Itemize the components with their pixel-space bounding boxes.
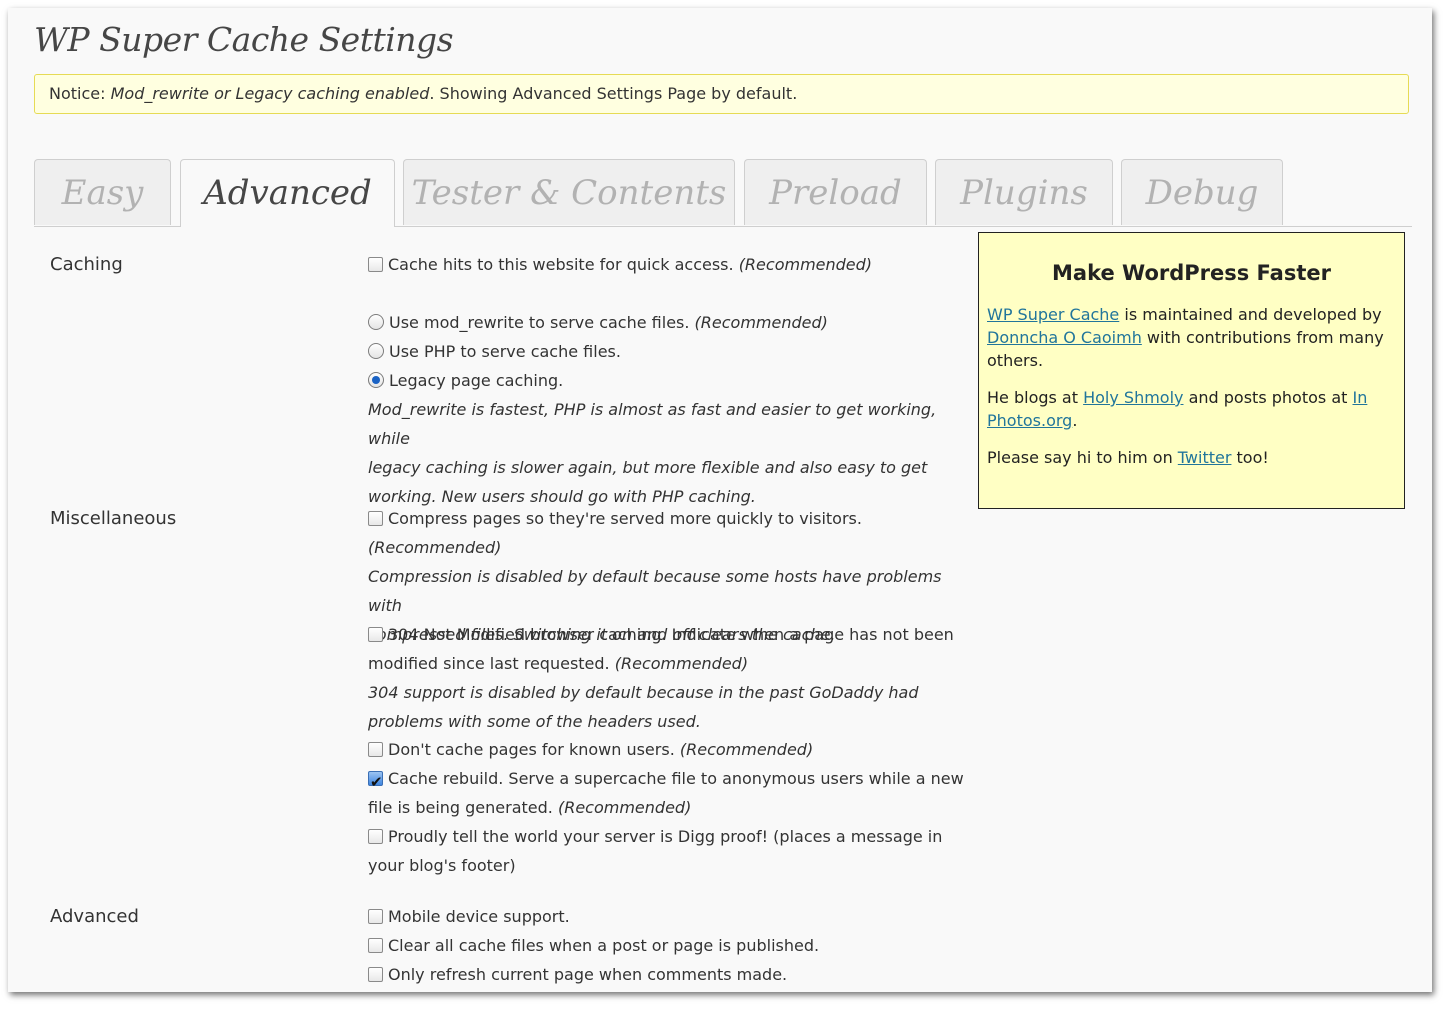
notice-emphasis: Mod_rewrite or Legacy caching enabled — [110, 84, 430, 103]
make-wordpress-faster-box: Make WordPress Faster WP Super Cache is … — [978, 232, 1405, 509]
sidebox-blogs: He blogs at Holy Shmoly and posts photos… — [987, 386, 1396, 432]
compress-label: Compress pages so they're served more qu… — [388, 509, 862, 528]
recommended-note: (Recommended) — [738, 255, 873, 274]
not-modified-checkbox[interactable] — [368, 626, 383, 642]
option-cache-hits[interactable]: Cache hits to this website for quick acc… — [368, 250, 872, 279]
caching-description: Mod_rewrite is fastest, PHP is almost as… — [368, 395, 968, 511]
recommended-note: (Recommended) — [679, 740, 814, 759]
tab-preload[interactable]: Preload — [744, 159, 927, 225]
mod-rewrite-radio[interactable] — [368, 314, 384, 330]
tab-easy[interactable]: Easy — [34, 159, 171, 225]
mobile-support-label: Mobile device support. — [388, 907, 570, 926]
section-label-caching: Caching — [50, 254, 123, 275]
settings-tabs: Easy Advanced Tester & Contents Preload … — [34, 159, 1412, 227]
option-304-not-modified[interactable]: 304 Not Modified browser caching. Indica… — [368, 620, 954, 649]
sidebox-text: too! — [1231, 448, 1269, 467]
option-mobile-support[interactable]: Mobile device support. — [368, 902, 570, 931]
option-mod-rewrite[interactable]: Use mod_rewrite to serve cache files. (R… — [368, 308, 828, 337]
sidebox-text: Please say hi to him on — [987, 448, 1178, 467]
option-digg-proof[interactable]: Proudly tell the world your server is Di… — [368, 822, 942, 851]
option-refresh-on-comment[interactable]: Only refresh current page when comments … — [368, 960, 787, 989]
desc-line: legacy caching is slower again, but more… — [368, 458, 928, 477]
known-users-checkbox[interactable] — [368, 741, 383, 757]
digg-proof-checkbox[interactable] — [368, 828, 383, 844]
notice-banner: Notice: Mod_rewrite or Legacy caching en… — [34, 74, 1409, 114]
cache-rebuild-checkbox[interactable] — [368, 768, 383, 797]
not-modified-label: 304 Not Modified browser caching. Indica… — [388, 625, 954, 644]
cache-hits-label: Cache hits to this website for quick acc… — [388, 255, 739, 274]
known-users-label: Don't cache pages for known users. — [388, 740, 680, 759]
mobile-support-checkbox[interactable] — [368, 908, 383, 924]
tab-debug[interactable]: Debug — [1121, 159, 1283, 225]
compress-recommended-line: (Recommended) — [368, 533, 501, 562]
tab-tester-contents[interactable]: Tester & Contents — [403, 159, 735, 225]
section-label-miscellaneous: Miscellaneous — [50, 508, 177, 529]
sidebox-heading: Make WordPress Faster — [1052, 261, 1331, 285]
php-radio[interactable] — [368, 343, 384, 359]
option-compress[interactable]: Compress pages so they're served more qu… — [368, 504, 862, 533]
php-label: Use PHP to serve cache files. — [389, 342, 621, 361]
sidebox-text: . — [1072, 411, 1078, 430]
notice-prefix: Notice: — [49, 84, 111, 103]
option-cache-rebuild[interactable]: Cache rebuild. Serve a supercache file t… — [368, 764, 964, 797]
desc-line: Compression is disabled by default becau… — [368, 567, 942, 615]
notice-text: . Showing Advanced Settings Page by defa… — [429, 84, 798, 103]
refresh-on-comment-label: Only refresh current page when comments … — [388, 965, 788, 984]
sidebox-text: and posts photos at — [1183, 388, 1353, 407]
legacy-radio[interactable] — [368, 372, 384, 388]
not-modified-label-2: modified since last requested. — [368, 654, 615, 673]
digg-proof-line-2: your blog's footer) — [368, 851, 516, 880]
desc-line: Mod_rewrite is fastest, PHP is almost as… — [368, 400, 937, 448]
sidebox-text: is maintained and developed by — [1119, 305, 1382, 324]
recommended-note: (Recommended) — [614, 654, 749, 673]
digg-proof-label-2: your blog's footer) — [368, 856, 516, 875]
tab-advanced[interactable]: Advanced — [180, 159, 395, 227]
tab-plugins[interactable]: Plugins — [935, 159, 1113, 225]
digg-proof-label: Proudly tell the world your server is Di… — [388, 827, 943, 846]
recommended-note: (Recommended) — [694, 313, 828, 332]
recommended-note: (Recommended) — [557, 798, 692, 817]
section-label-advanced: Advanced — [50, 906, 139, 927]
cache-hits-checkbox[interactable] — [368, 256, 383, 272]
cache-rebuild-label-2: file is being generated. — [368, 798, 558, 817]
not-modified-line-2: modified since last requested. (Recommen… — [368, 649, 748, 678]
cache-rebuild-line-2: file is being generated. (Recommended) — [368, 793, 691, 822]
option-legacy[interactable]: Legacy page caching. — [368, 366, 563, 395]
refresh-on-comment-checkbox[interactable] — [368, 966, 383, 982]
option-known-users[interactable]: Don't cache pages for known users. (Reco… — [368, 735, 813, 764]
desc-line: problems with some of the headers used. — [368, 712, 701, 731]
wp-super-cache-link[interactable]: WP Super Cache — [987, 305, 1119, 324]
sidebox-credits: WP Super Cache is maintained and develop… — [987, 303, 1396, 372]
holy-shmoly-link[interactable]: Holy Shmoly — [1083, 388, 1183, 407]
not-modified-description: 304 support is disabled by default becau… — [368, 678, 968, 736]
sidebox-text: He blogs at — [987, 388, 1084, 407]
clear-all-cache-checkbox[interactable] — [368, 937, 383, 953]
sidebox-twitter: Please say hi to him on Twitter too! — [987, 446, 1396, 469]
mod-rewrite-label: Use mod_rewrite to serve cache files. — [389, 313, 695, 332]
option-clear-all-cache[interactable]: Clear all cache files when a post or pag… — [368, 931, 819, 960]
cache-rebuild-label: Cache rebuild. Serve a supercache file t… — [388, 769, 964, 788]
donncha-link[interactable]: Donncha O Caoimh — [987, 328, 1142, 347]
recommended-note: (Recommended) — [368, 538, 502, 557]
desc-line: 304 support is disabled by default becau… — [368, 683, 919, 702]
clear-all-cache-label: Clear all cache files when a post or pag… — [388, 936, 820, 955]
option-php[interactable]: Use PHP to serve cache files. — [368, 337, 621, 366]
settings-window: WP Super Cache Settings Notice: Mod_rewr… — [8, 8, 1432, 992]
legacy-label: Legacy page caching. — [389, 371, 564, 390]
twitter-link[interactable]: Twitter — [1178, 448, 1232, 467]
compress-checkbox[interactable] — [368, 510, 383, 526]
page-title: WP Super Cache Settings — [34, 20, 454, 59]
